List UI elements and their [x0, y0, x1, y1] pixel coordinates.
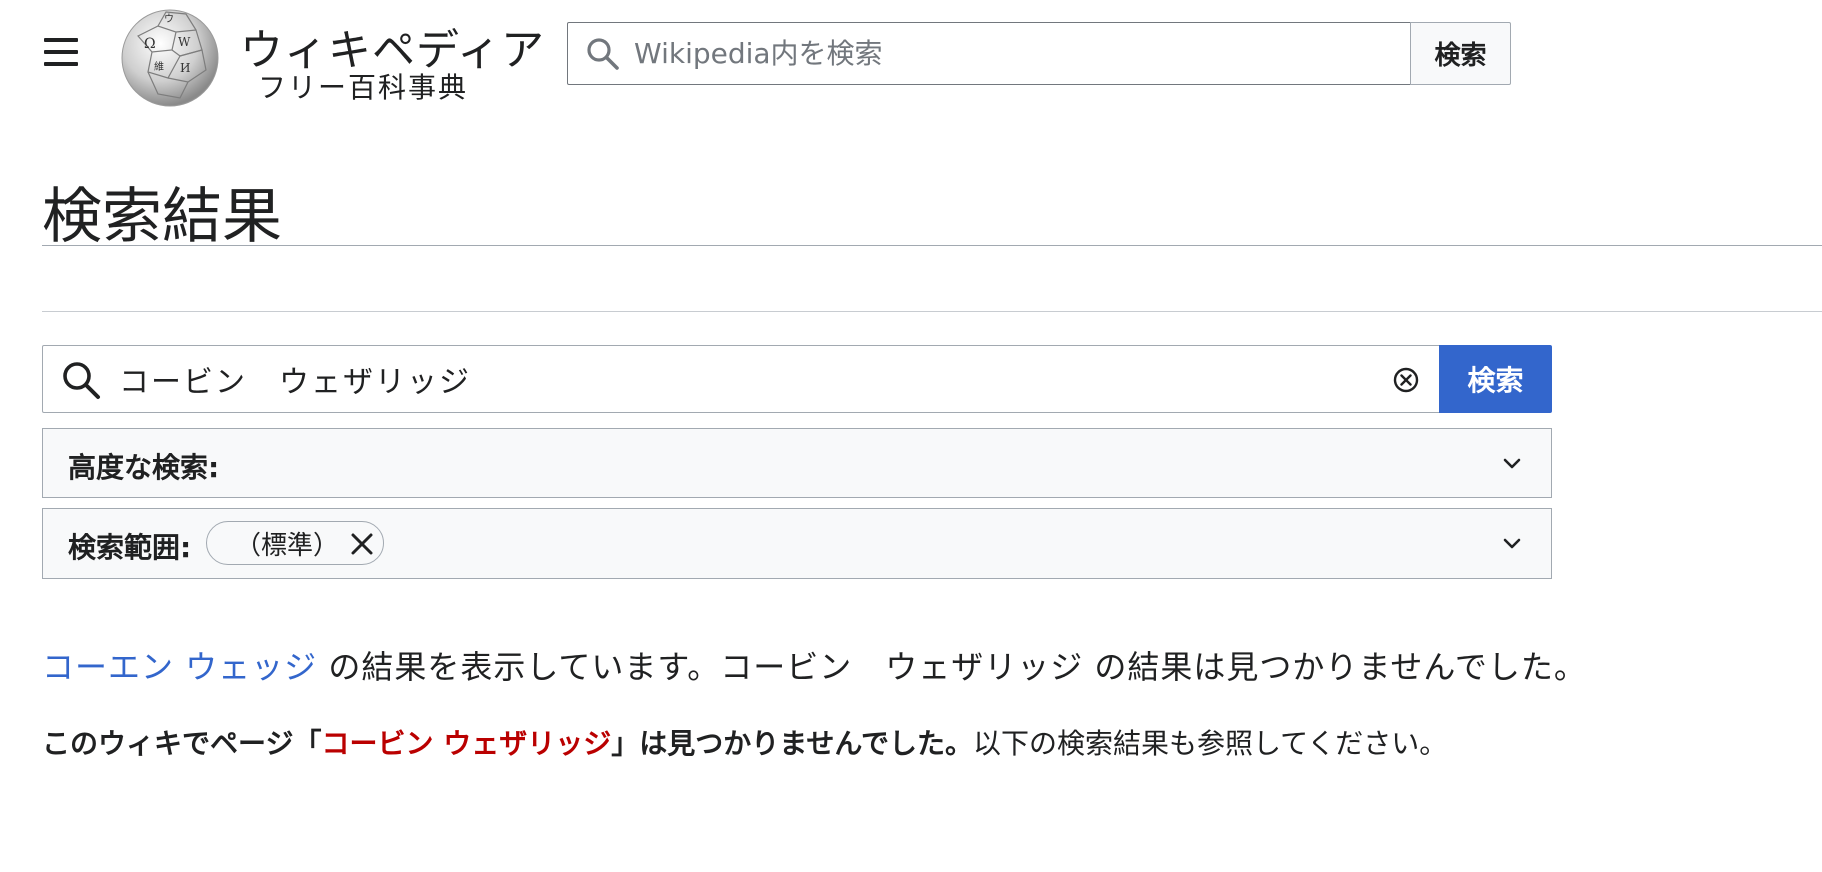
header-search-input[interactable]	[634, 31, 1394, 75]
site-header: Ω W И 維 ウ ウィキペディア フリー百科事典 検索	[0, 0, 1822, 110]
create-page-redlink[interactable]: コービン ウェザリッジ	[321, 727, 611, 760]
search-icon	[63, 362, 100, 399]
title-divider	[42, 245, 1822, 246]
main-search-input[interactable]	[119, 357, 1419, 401]
svg-text:W: W	[178, 35, 191, 49]
clear-circle-x-icon[interactable]	[1393, 367, 1419, 393]
wikipedia-logo[interactable]: Ω W И 維 ウ ウィキペディア フリー百科事典	[118, 6, 544, 107]
notfound-rest: 以下の検索結果も参照してください。	[972, 727, 1448, 760]
svg-text:維: 維	[154, 60, 164, 73]
chevron-down-icon	[1503, 458, 1521, 469]
main-search-form: 検索	[42, 345, 1552, 413]
notfound-suffix: 」は見つかりませんでした。	[611, 727, 973, 760]
suggestion-link[interactable]: コーエン ウェッジ	[42, 648, 317, 686]
close-icon[interactable]	[349, 531, 375, 557]
page-not-found-notice: このウィキでページ「コービン ウェザリッジ」は見つかりませんでした。以下の検索結…	[42, 720, 1452, 768]
header-search-box[interactable]	[567, 22, 1412, 85]
suggestion-text: の結果を表示しています。コービン ウェザリッジ の結果は見つかりませんでした。	[317, 648, 1587, 686]
wikipedia-globe-icon: Ω W И 維 ウ	[121, 9, 219, 107]
tagline: フリー百科事典	[258, 71, 469, 104]
svg-text:ウ: ウ	[164, 13, 174, 25]
namespaces-toggle[interactable]: 検索範囲: （標準）	[42, 508, 1552, 579]
namespaces-label: 検索範囲:	[68, 531, 192, 564]
search-suggestion-line: コーエン ウェッジ の結果を表示しています。コービン ウェザリッジ の結果は見つ…	[42, 642, 1587, 688]
namespace-chip: （標準）	[206, 521, 384, 565]
advanced-search-label: 高度な検索:	[68, 451, 220, 484]
svg-text:Ω: Ω	[144, 36, 156, 52]
chevron-down-icon	[1503, 538, 1521, 549]
main-search-box[interactable]	[42, 345, 1441, 413]
search-icon	[587, 38, 619, 70]
hamburger-menu-icon[interactable]	[40, 34, 84, 70]
main-search-button[interactable]: 検索	[1439, 345, 1552, 413]
header-search-form: 検索	[567, 22, 1511, 85]
notfound-prefix: このウィキでページ「	[42, 727, 322, 760]
header-search-button[interactable]: 検索	[1410, 22, 1511, 85]
namespace-chip-label: （標準）	[235, 530, 340, 561]
svg-text:И: И	[180, 61, 190, 75]
advanced-search-toggle[interactable]: 高度な検索:	[42, 428, 1552, 498]
page-title: 検索結果	[42, 182, 282, 252]
section-divider	[42, 311, 1822, 312]
